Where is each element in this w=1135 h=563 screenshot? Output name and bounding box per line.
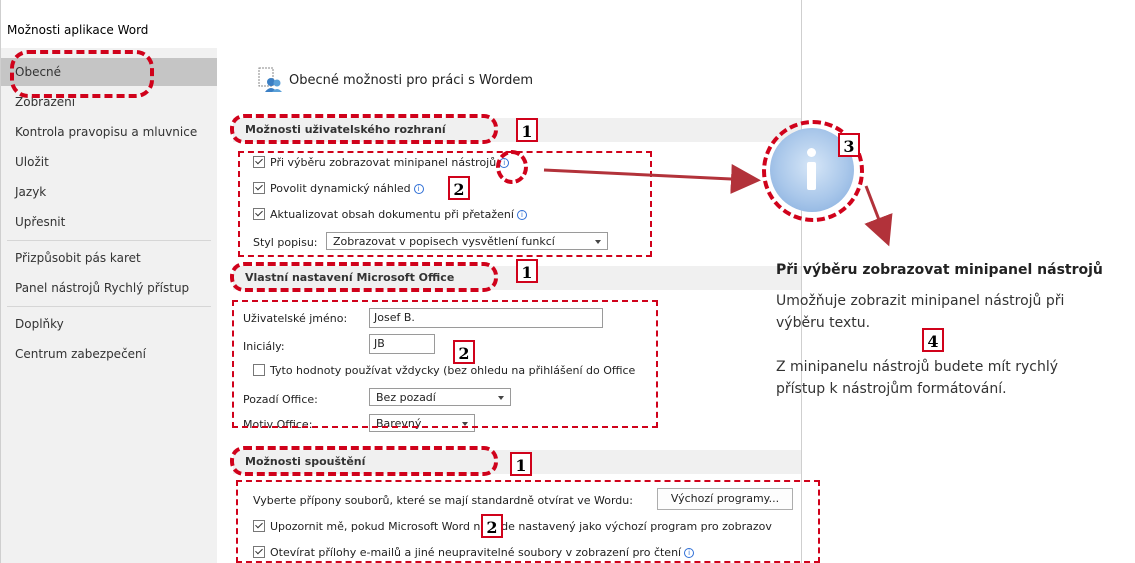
arrow-to-tooltip [864,185,893,247]
badge-number: 1 [516,118,538,142]
badge-number: 1 [510,452,532,476]
badge-number: 2 [481,514,503,538]
badge-number: 1 [516,259,538,283]
badge-number: 2 [453,340,475,364]
badge-number: 4 [922,328,944,352]
arrow-to-magnified [543,164,761,194]
badge-number: 2 [448,176,470,200]
badge-number: 3 [838,133,860,157]
annotation-arrows [543,164,893,247]
